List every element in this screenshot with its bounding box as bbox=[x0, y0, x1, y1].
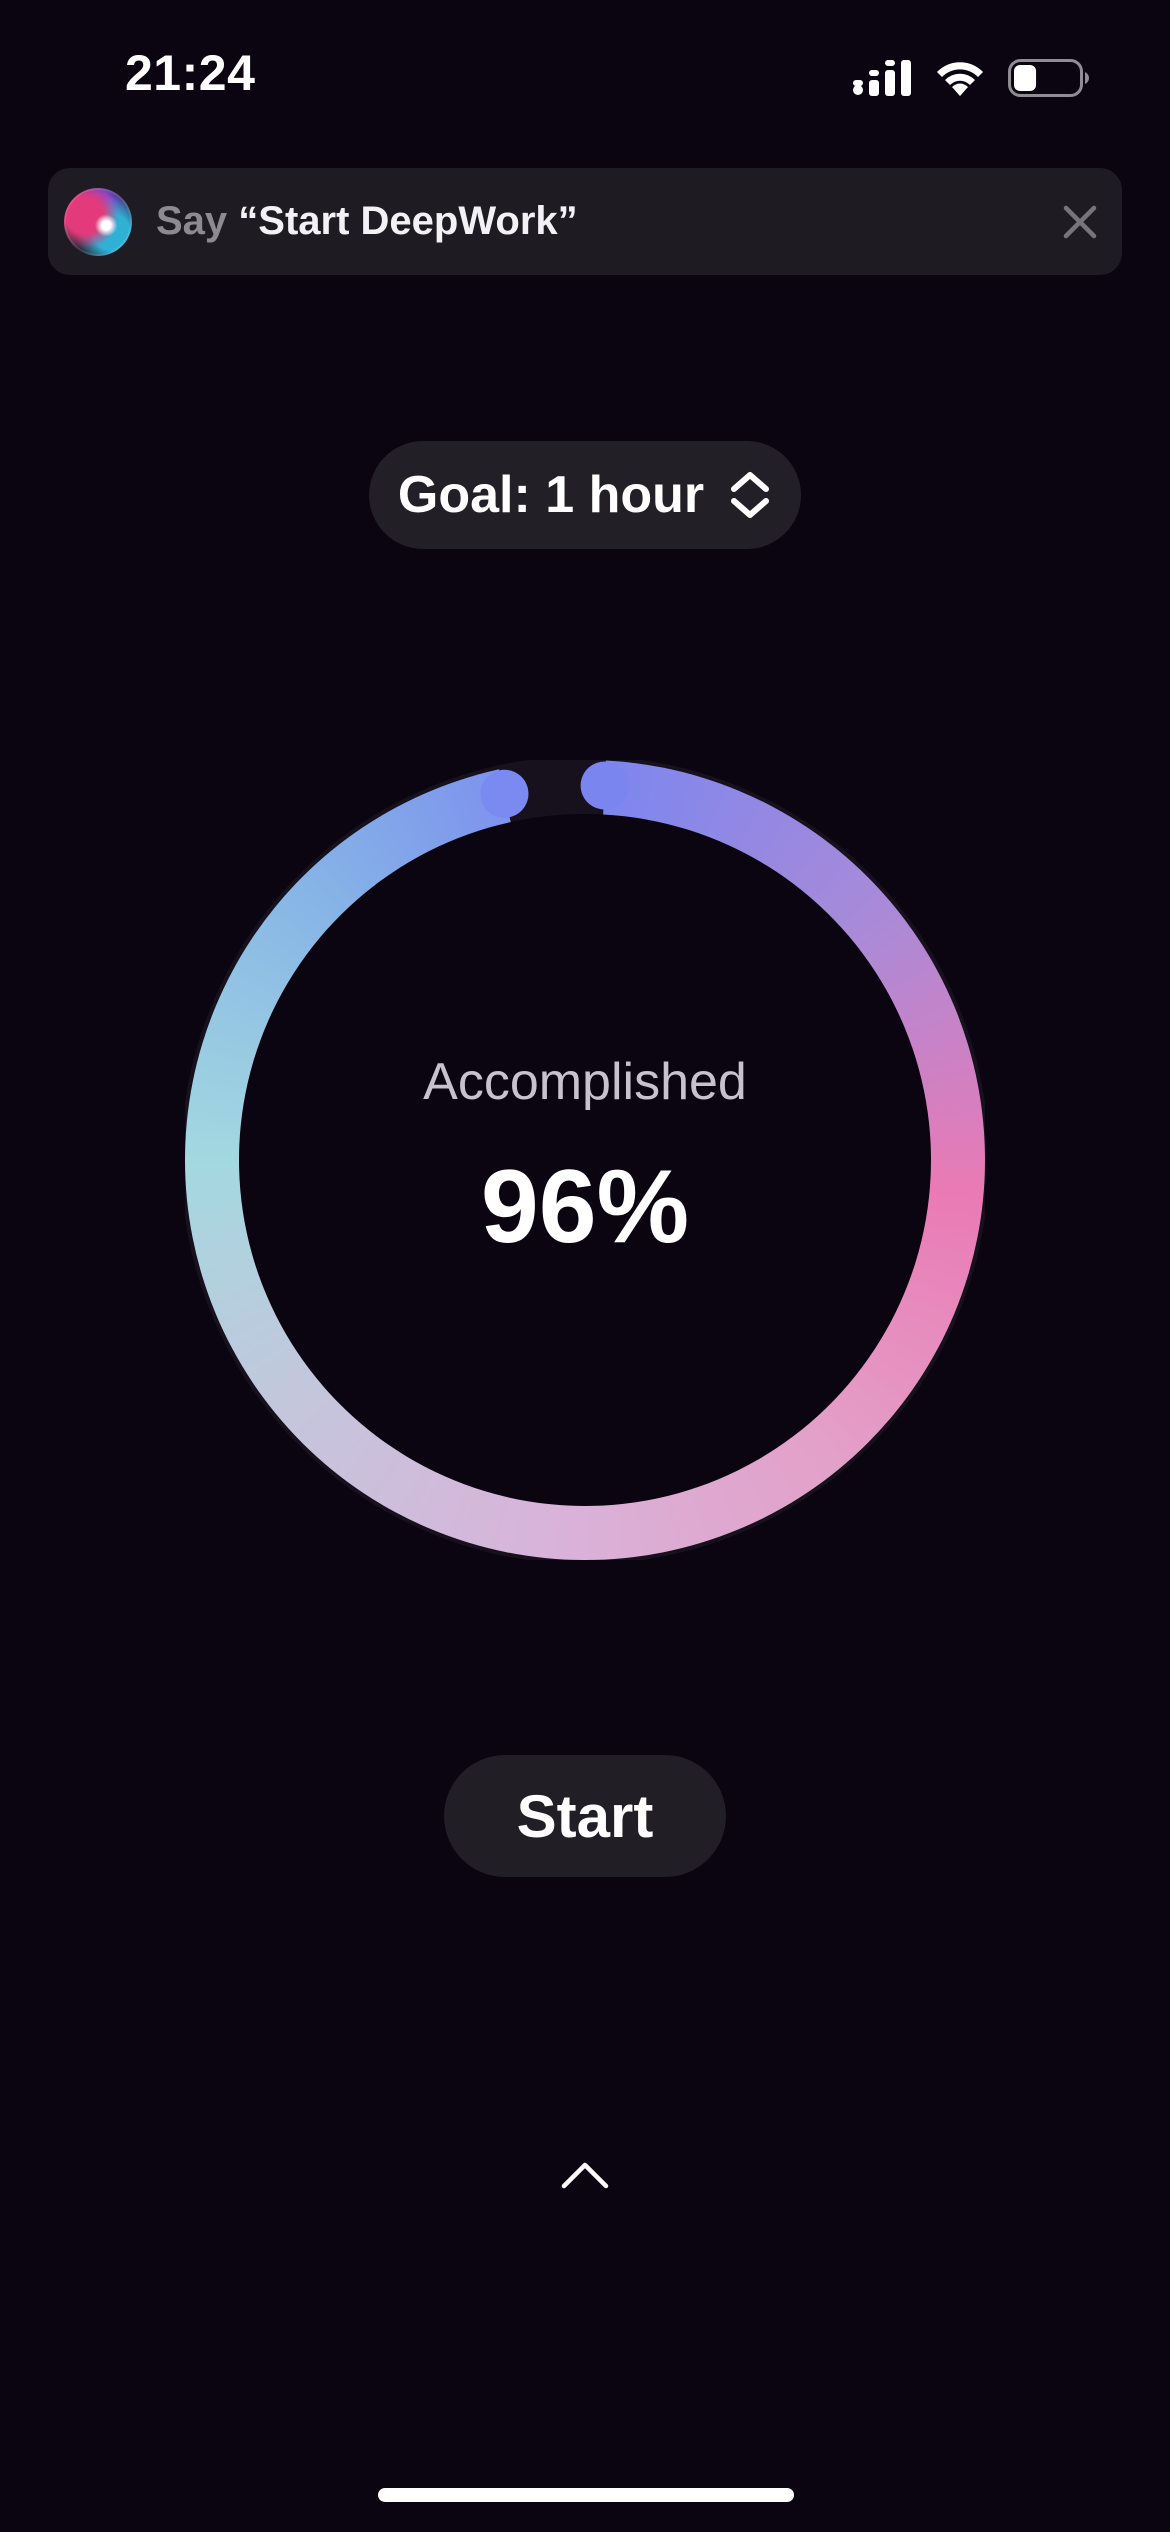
siri-orb-icon bbox=[64, 188, 132, 256]
status-bar: 21:24 bbox=[0, 0, 1170, 150]
close-icon[interactable] bbox=[1056, 198, 1104, 246]
progress-value: 96% bbox=[480, 1149, 690, 1265]
siri-prefix: Say bbox=[156, 199, 228, 243]
goal-selector-button[interactable]: Goal: 1 hour bbox=[369, 441, 801, 549]
progress-ring-cap-end bbox=[480, 769, 529, 818]
goal-label: Goal: 1 hour bbox=[397, 466, 705, 524]
progress-title: Accomplished bbox=[423, 1053, 747, 1111]
status-time: 21:24 bbox=[125, 45, 256, 101]
home-indicator[interactable] bbox=[378, 2488, 794, 2502]
start-button[interactable]: Start bbox=[444, 1755, 726, 1877]
chevron-up-icon[interactable] bbox=[560, 2160, 610, 2190]
wifi-icon bbox=[937, 62, 983, 96]
battery-icon bbox=[1008, 59, 1089, 97]
siri-suggestion-banner[interactable]: Say “Start DeepWork” bbox=[48, 168, 1122, 275]
status-icons bbox=[852, 56, 1090, 100]
siri-phrase: “Start DeepWork” bbox=[238, 199, 578, 243]
signal-icon bbox=[853, 60, 911, 96]
siri-suggestion-text: Say “Start DeepWork” bbox=[156, 198, 578, 244]
chevron-up-down-icon bbox=[731, 472, 770, 518]
progress-ring-cap-start bbox=[580, 761, 629, 810]
